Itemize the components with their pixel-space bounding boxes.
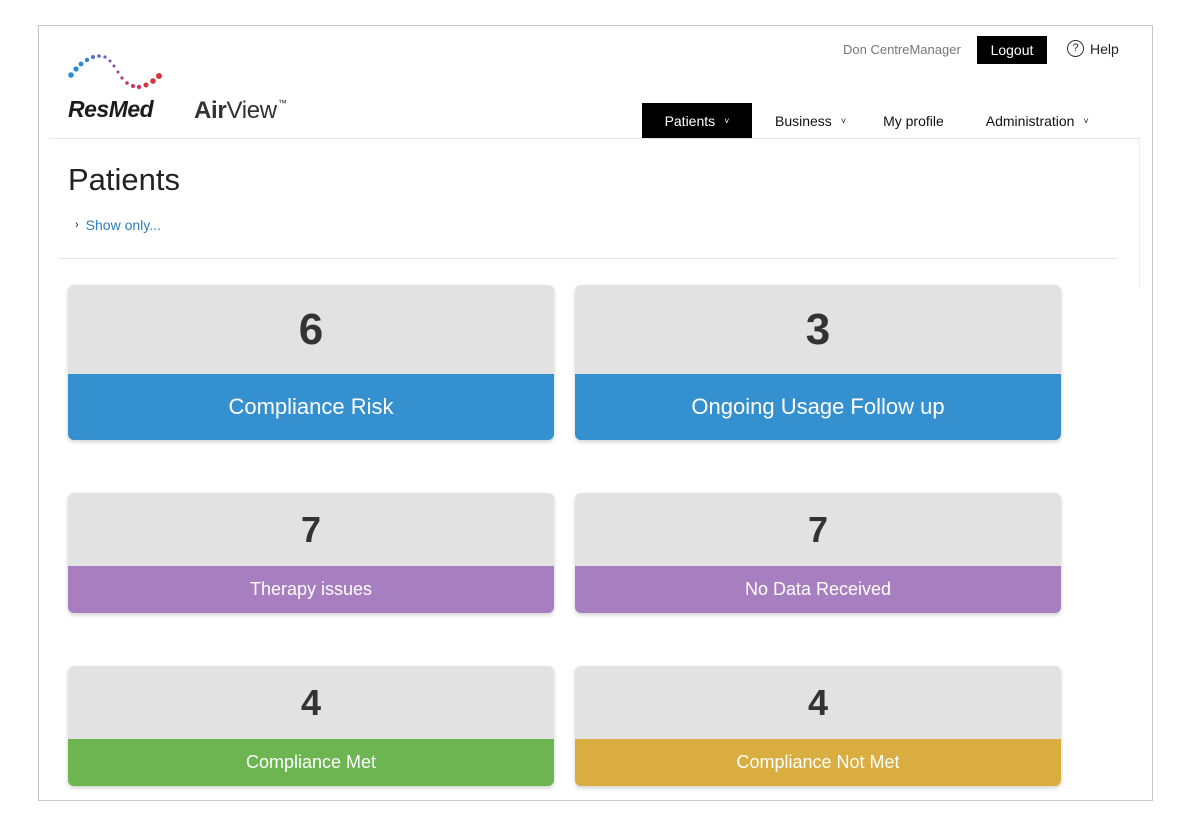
trademark-symbol: ™ xyxy=(277,98,287,108)
nav-item-label: Business xyxy=(775,113,832,129)
nav-item-business[interactable]: Business ˅ xyxy=(775,103,846,139)
tile-count: 7 xyxy=(807,508,829,550)
chevron-down-icon: ˅ xyxy=(840,116,847,126)
tile-label: Therapy issues xyxy=(68,566,554,613)
current-user-name: Don CentreManager xyxy=(843,42,961,57)
nav-item-label: Patients xyxy=(664,113,716,129)
airview-wordmark: AirView™ xyxy=(194,97,287,125)
tile-label: Compliance Risk xyxy=(68,374,554,440)
help-icon: ? xyxy=(1067,40,1084,57)
help-link[interactable]: ? Help xyxy=(1067,40,1119,57)
tile-count: 4 xyxy=(807,681,829,723)
chevron-down-icon: ˅ xyxy=(1083,116,1089,126)
tile-label: No Data Received xyxy=(575,566,1061,613)
logout-button[interactable]: Logout xyxy=(977,36,1047,64)
tile-label: Ongoing Usage Follow up xyxy=(575,374,1061,440)
tile-ongoing-usage-follow-up[interactable]: 3 Ongoing Usage Follow up xyxy=(575,285,1061,440)
tile-label: Compliance Not Met xyxy=(575,739,1061,786)
page-title: Patients xyxy=(68,162,181,197)
tile-compliance-met[interactable]: 4 Compliance Met xyxy=(68,666,554,786)
tile-compliance-not-met[interactable]: 4 Compliance Not Met xyxy=(575,666,1061,786)
tile-count: 7 xyxy=(300,508,322,550)
app-window: ResMed AirView™ Don CentreManager Logout… xyxy=(38,25,1153,801)
tile-count: 6 xyxy=(298,304,324,354)
chevron-right-icon: › xyxy=(75,219,79,231)
tile-compliance-risk[interactable]: 6 Compliance Risk xyxy=(68,285,554,440)
nav-item-label: Administration xyxy=(985,113,1075,129)
chevron-down-icon: ˅ xyxy=(724,116,730,126)
airview-air: Air xyxy=(194,97,227,124)
nav-item-administration[interactable]: Administration ˅ xyxy=(986,103,1089,139)
tile-therapy-issues[interactable]: 7 Therapy issues xyxy=(68,493,554,613)
nav-item-label: My profile xyxy=(883,113,944,129)
tile-count: 4 xyxy=(300,681,322,723)
header-divider xyxy=(49,138,1139,139)
nav-item-patients[interactable]: Patients ˅ xyxy=(642,103,752,139)
help-label: Help xyxy=(1090,40,1119,57)
tile-count: 3 xyxy=(805,304,831,354)
resmed-logo-icon xyxy=(68,54,162,90)
tile-label: Compliance Met xyxy=(68,739,554,786)
tile-no-data-received[interactable]: 7 No Data Received xyxy=(575,493,1061,613)
nav-item-my-profile[interactable]: My profile xyxy=(883,103,944,139)
content-edge-line xyxy=(1139,138,1140,288)
section-divider xyxy=(59,258,1117,259)
show-only-toggle[interactable]: › Show only... xyxy=(75,217,161,233)
airview-view: View xyxy=(226,97,277,124)
show-only-label: Show only... xyxy=(85,217,161,233)
resmed-wordmark: ResMed xyxy=(68,96,154,122)
main-nav: Patients ˅ Business ˅ My profile Adminis… xyxy=(642,103,1089,139)
